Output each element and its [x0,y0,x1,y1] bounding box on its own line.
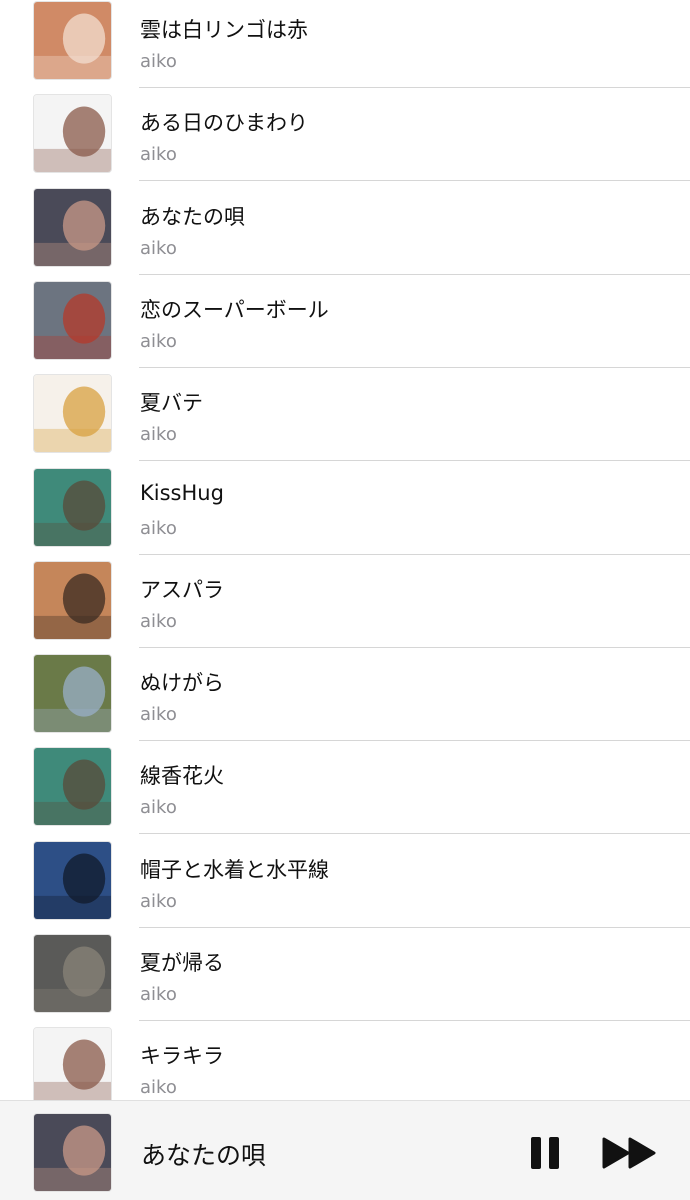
song-row[interactable]: 雲は白リンゴは赤 aiko [0,0,690,93]
pause-icon [531,1137,559,1169]
song-row[interactable]: 線香花火 aiko [0,746,690,839]
album-artwork [33,1027,112,1100]
song-row[interactable]: キラキラ aiko [0,1026,690,1100]
row-divider [139,1020,690,1021]
album-artwork [33,281,112,360]
album-artwork [33,561,112,640]
now-playing-artwork [33,1113,112,1192]
row-divider [139,647,690,648]
song-title: キラキラ [140,1044,224,1068]
song-title: あなたの唄 [140,205,245,229]
song-row[interactable]: ある日のひまわり aiko [0,93,690,186]
song-row[interactable]: あなたの唄 aiko [0,187,690,280]
song-title: 帽子と水着と水平線 [140,858,329,882]
row-divider [139,180,690,181]
song-title: 恋のスーパーボール [140,298,329,322]
song-title: 線香花火 [140,764,224,788]
album-artwork [33,188,112,267]
album-artwork [33,374,112,453]
song-artist: aiko [140,1077,177,1098]
now-playing-title: あなたの唄 [141,1141,267,1170]
song-title: KissHug [140,481,224,505]
album-artwork [33,94,112,173]
song-list: 雲は白リンゴは赤 aiko ある日のひまわり aiko あなたの唄 aiko 恋のスーパーボ… [0,0,690,1100]
song-row[interactable]: 恋のスーパーボール aiko [0,280,690,373]
song-artist: aiko [140,144,177,165]
row-divider [139,274,690,275]
song-row[interactable]: ぬけがら aiko [0,653,690,746]
song-row[interactable]: 帽子と水着と水平線 aiko [0,840,690,933]
album-artwork [33,841,112,920]
song-artist: aiko [140,424,177,445]
song-artist: aiko [140,704,177,725]
song-artist: aiko [140,518,177,539]
song-artist: aiko [140,611,177,632]
next-track-button[interactable] [602,1135,658,1171]
song-artist: aiko [140,51,177,72]
song-row[interactable]: 夏が帰る aiko [0,933,690,1026]
song-title: アスパラ [140,578,224,602]
album-artwork [33,654,112,733]
song-row[interactable]: アスパラ aiko [0,560,690,653]
song-row[interactable]: 夏バテ aiko [0,373,690,466]
album-artwork [33,468,112,547]
album-artwork [33,1,112,80]
song-artist: aiko [140,238,177,259]
pause-button[interactable] [528,1135,562,1171]
row-divider [139,833,690,834]
song-title: ぬけがら [140,671,224,695]
song-row[interactable]: KissHug aiko [0,467,690,560]
row-divider [139,460,690,461]
song-artist: aiko [140,797,177,818]
row-divider [139,87,690,88]
row-divider [139,927,690,928]
song-title: 夏バテ [140,391,203,415]
album-artwork [33,747,112,826]
forward-icon [602,1137,656,1169]
song-artist: aiko [140,891,177,912]
song-title: ある日のひまわり [140,111,308,135]
song-title: 雲は白リンゴは赤 [140,18,308,42]
mini-player[interactable]: あなたの唄 [0,1100,690,1200]
album-artwork [33,934,112,1013]
row-divider [139,740,690,741]
row-divider [139,554,690,555]
song-artist: aiko [140,984,177,1005]
song-title: 夏が帰る [140,951,224,975]
row-divider [139,367,690,368]
song-artist: aiko [140,331,177,352]
